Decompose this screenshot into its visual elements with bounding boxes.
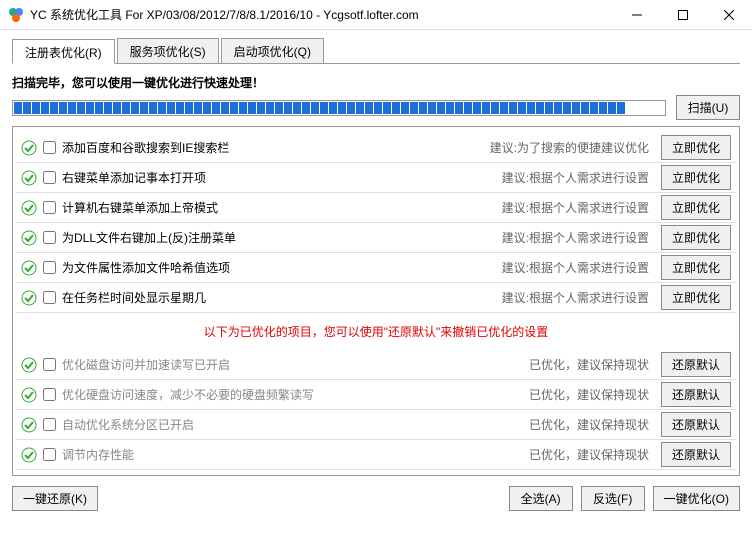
check-icon xyxy=(21,200,37,216)
item-action-button[interactable]: 立即优化 xyxy=(661,135,731,160)
app-icon xyxy=(8,7,24,23)
progress-bar xyxy=(12,100,666,116)
pending-row: 为DLL文件右键加上(反)注册菜单建议:根据个人需求进行设置立即优化 xyxy=(15,223,737,253)
item-action-button[interactable]: 还原默认 xyxy=(661,382,731,407)
check-icon xyxy=(21,387,37,403)
check-icon xyxy=(21,170,37,186)
item-hint: 已优化，建议保持现状 xyxy=(529,386,649,403)
check-icon xyxy=(21,290,37,306)
minimize-button[interactable] xyxy=(614,0,660,30)
item-checkbox[interactable] xyxy=(43,201,56,214)
pending-row: 在任务栏时间处显示星期几建议:根据个人需求进行设置立即优化 xyxy=(15,283,737,313)
item-title: 在任务栏时间处显示星期几 xyxy=(62,289,496,306)
item-hint: 已优化，建议保持现状 xyxy=(529,356,649,373)
pending-row: 为文件属性添加文件哈希值选项建议:根据个人需求进行设置立即优化 xyxy=(15,253,737,283)
scan-button[interactable]: 扫描(U) xyxy=(676,95,740,120)
optimized-row: 自动优化系统分区已开启已优化，建议保持现状还原默认 xyxy=(15,410,737,440)
item-checkbox[interactable] xyxy=(43,291,56,304)
item-hint: 建议:根据个人需求进行设置 xyxy=(502,169,649,186)
item-hint: 建议:根据个人需求进行设置 xyxy=(502,289,649,306)
item-title: 调节内存性能 xyxy=(62,446,523,463)
tab-0[interactable]: 注册表优化(R) xyxy=(12,39,115,64)
item-hint: 已优化，建议保持现状 xyxy=(529,446,649,463)
item-action-button[interactable]: 立即优化 xyxy=(661,255,731,280)
item-title: 自动优化系统分区已开启 xyxy=(62,416,523,433)
invert-selection-button[interactable]: 反选(F) xyxy=(581,486,645,511)
item-title: 右键菜单添加记事本打开项 xyxy=(62,169,496,186)
item-hint: 建议:根据个人需求进行设置 xyxy=(502,199,649,216)
check-icon xyxy=(21,447,37,463)
item-hint: 已优化，建议保持现状 xyxy=(529,416,649,433)
window-controls xyxy=(614,0,752,29)
item-checkbox[interactable] xyxy=(43,358,56,371)
item-title: 为文件属性添加文件哈希值选项 xyxy=(62,259,496,276)
pending-row: 计算机右键菜单添加上帝模式建议:根据个人需求进行设置立即优化 xyxy=(15,193,737,223)
item-checkbox[interactable] xyxy=(43,171,56,184)
restore-all-button[interactable]: 一键还原(K) xyxy=(12,486,98,511)
item-hint: 建议:根据个人需求进行设置 xyxy=(502,259,649,276)
optimized-row: 调节内存性能已优化，建议保持现状还原默认 xyxy=(15,440,737,470)
titlebar: YC 系统优化工具 For XP/03/08/2012/7/8/8.1/2016… xyxy=(0,0,752,30)
item-checkbox[interactable] xyxy=(43,231,56,244)
scan-status-text: 扫描完毕，您可以使用一键优化进行快速处理！ xyxy=(12,74,740,91)
item-action-button[interactable]: 立即优化 xyxy=(661,165,731,190)
select-all-button[interactable]: 全选(A) xyxy=(509,486,573,511)
pending-row: 添加百度和谷歌搜索到IE搜索栏建议:为了搜索的便捷建议优化立即优化 xyxy=(15,133,737,163)
optimized-row: 优化磁盘访问并加速读写已开启已优化，建议保持现状还原默认 xyxy=(15,350,737,380)
check-icon xyxy=(21,140,37,156)
item-title: 优化磁盘访问并加速读写已开启 xyxy=(62,356,523,373)
footer: 一键还原(K) 全选(A) 反选(F) 一键优化(O) xyxy=(12,476,740,511)
optimize-all-button[interactable]: 一键优化(O) xyxy=(653,486,740,511)
item-action-button[interactable]: 立即优化 xyxy=(661,195,731,220)
item-action-button[interactable]: 立即优化 xyxy=(661,285,731,310)
item-title: 为DLL文件右键加上(反)注册菜单 xyxy=(62,229,496,246)
item-action-button[interactable]: 立即优化 xyxy=(661,225,731,250)
tabs-bar: 注册表优化(R)服务项优化(S)启动项优化(Q) xyxy=(12,38,740,64)
item-checkbox[interactable] xyxy=(43,448,56,461)
window-title: YC 系统优化工具 For XP/03/08/2012/7/8/8.1/2016… xyxy=(30,6,614,23)
item-title: 计算机右键菜单添加上帝模式 xyxy=(62,199,496,216)
item-hint: 建议:根据个人需求进行设置 xyxy=(502,229,649,246)
item-action-button[interactable]: 还原默认 xyxy=(661,442,731,467)
tab-2[interactable]: 启动项优化(Q) xyxy=(221,38,324,63)
check-icon xyxy=(21,417,37,433)
item-title: 优化硬盘访问速度，减少不必要的硬盘频繁读写 xyxy=(62,386,523,403)
item-action-button[interactable]: 还原默认 xyxy=(661,352,731,377)
item-checkbox[interactable] xyxy=(43,388,56,401)
check-icon xyxy=(21,260,37,276)
optimized-row: 优化硬盘访问速度，减少不必要的硬盘频繁读写已优化，建议保持现状还原默认 xyxy=(15,380,737,410)
maximize-button[interactable] xyxy=(660,0,706,30)
optimized-divider: 以下为已优化的项目，您可以使用"还原默认"来撤销已优化的设置 xyxy=(15,313,737,350)
item-checkbox[interactable] xyxy=(43,418,56,431)
close-button[interactable] xyxy=(706,0,752,30)
item-title: 添加百度和谷歌搜索到IE搜索栏 xyxy=(62,139,484,156)
tab-1[interactable]: 服务项优化(S) xyxy=(117,38,219,63)
item-list[interactable]: 添加百度和谷歌搜索到IE搜索栏建议:为了搜索的便捷建议优化立即优化右键菜单添加记… xyxy=(12,126,740,476)
check-icon xyxy=(21,357,37,373)
item-hint: 建议:为了搜索的便捷建议优化 xyxy=(490,139,649,156)
item-checkbox[interactable] xyxy=(43,261,56,274)
item-action-button[interactable]: 还原默认 xyxy=(661,412,731,437)
pending-row: 右键菜单添加记事本打开项建议:根据个人需求进行设置立即优化 xyxy=(15,163,737,193)
check-icon xyxy=(21,230,37,246)
item-checkbox[interactable] xyxy=(43,141,56,154)
